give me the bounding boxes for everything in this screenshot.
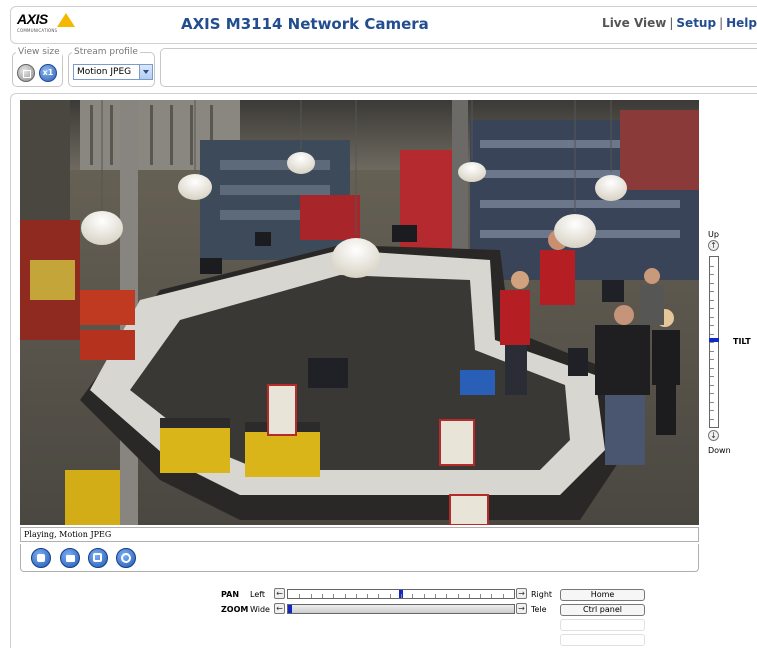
home-button[interactable]: Home [560, 589, 645, 601]
pan-slider[interactable] [287, 589, 515, 599]
pan-tick [321, 594, 323, 598]
snapshot-icon[interactable] [60, 548, 80, 568]
tilt-down-arrow-icon[interactable]: ↓ [708, 430, 719, 441]
tilt-tick [710, 410, 714, 411]
pan-tick [389, 594, 391, 598]
tilt-tick [710, 282, 714, 284]
pan-left-label: Left [250, 590, 266, 599]
pan-tick [423, 594, 425, 598]
tilt-up-arrow-icon[interactable]: ↑ [708, 240, 719, 251]
tilt-tick [710, 299, 714, 301]
pan-tick [457, 594, 459, 598]
video-status-bar: Playing, Motion JPEG [20, 527, 699, 542]
tilt-tick [710, 333, 714, 335]
pan-tick [378, 594, 380, 598]
zoom-label: ZOOM [221, 605, 249, 614]
tilt-tick [710, 401, 714, 403]
view-size-x1-button[interactable]: x1 [39, 64, 57, 82]
logo-triangle-icon [57, 13, 75, 27]
nav-separator: | [669, 16, 674, 30]
pan-tick [502, 594, 504, 598]
pan-right-arrow-icon[interactable]: → [516, 588, 527, 599]
tilt-tick [710, 316, 714, 318]
fullscreen-icon[interactable] [17, 64, 35, 82]
top-nav: Live View | Setup | Help [602, 16, 757, 30]
stream-profile-group: Stream profile Motion JPEG [68, 47, 155, 87]
tilt-tick [710, 367, 714, 369]
ptz-icon[interactable] [116, 548, 136, 568]
axis-logo[interactable]: AXIS COMMUNICATIONS [17, 11, 77, 41]
zoom-wide-arrow-icon[interactable]: ← [274, 603, 285, 614]
pan-tick [412, 594, 414, 598]
logo-text: AXIS [17, 11, 48, 27]
nav-live-view[interactable]: Live View [602, 16, 666, 30]
zoom-wide-label: Wide [250, 605, 270, 614]
pan-tick [434, 594, 436, 598]
stop-icon[interactable] [31, 548, 51, 568]
nav-separator: | [719, 16, 724, 30]
tilt-tick [710, 342, 714, 343]
video-stream[interactable] [20, 100, 699, 525]
logo-subtext: COMMUNICATIONS [17, 28, 58, 33]
nav-setup[interactable]: Setup [676, 16, 716, 30]
stream-profile-select[interactable]: Motion JPEG [73, 64, 153, 80]
tilt-tick [710, 325, 714, 326]
toolbar-extra-panel [160, 48, 757, 87]
tilt-slider[interactable] [709, 256, 719, 428]
tilt-tick [710, 265, 714, 267]
pan-left-arrow-icon[interactable]: ← [274, 588, 285, 599]
tilt-tick [710, 376, 714, 377]
pan-tick [491, 594, 493, 598]
video-control-bar [20, 544, 699, 572]
nav-help[interactable]: Help [726, 16, 757, 30]
store-camera-image [20, 100, 699, 525]
pan-tick [333, 594, 335, 598]
record-icon[interactable] [88, 548, 108, 568]
zoom-slider[interactable] [287, 604, 515, 614]
stream-profile-legend: Stream profile [72, 47, 140, 57]
pan-tick [480, 594, 482, 598]
pan-tick [446, 594, 448, 598]
zoom-tele-arrow-icon[interactable]: → [516, 603, 527, 614]
tilt-tick [710, 393, 714, 394]
pan-right-label: Right [531, 590, 553, 599]
tilt-tick [710, 384, 714, 386]
tilt-label: TILT [733, 337, 751, 346]
tilt-tick [710, 274, 714, 275]
page-title: AXIS M3114 Network Camera [181, 15, 429, 33]
pan-tick [401, 594, 402, 598]
pan-tick [355, 594, 357, 598]
ctrl-panel-button[interactable]: Ctrl panel [560, 604, 645, 616]
view-size-group: View size x1 [12, 47, 63, 87]
pan-tick [310, 594, 312, 598]
zoom-slider-thumb[interactable] [288, 605, 292, 613]
stream-profile-value: Motion JPEG [77, 67, 132, 77]
tilt-tick [710, 359, 714, 360]
pan-tick [367, 594, 369, 598]
zoom-tele-label: Tele [531, 605, 547, 614]
tilt-tick [710, 308, 714, 309]
pan-tick [344, 594, 346, 598]
chevron-down-icon[interactable] [139, 65, 152, 79]
empty-preset-button [560, 634, 645, 646]
pan-tick [299, 594, 301, 598]
empty-preset-button [560, 619, 645, 631]
header-bar: AXIS COMMUNICATIONS AXIS M3114 Network C… [10, 6, 757, 44]
tilt-tick [710, 418, 714, 420]
pan-tick [468, 594, 470, 598]
tilt-tick [710, 291, 714, 292]
camera-live-view-page: AXIS COMMUNICATIONS AXIS M3114 Network C… [0, 0, 757, 648]
pan-label: PAN [221, 590, 240, 599]
view-size-legend: View size [16, 47, 62, 57]
tilt-tick [710, 350, 714, 352]
tilt-down-label: Down [708, 446, 731, 455]
tilt-up-label: Up [708, 230, 719, 239]
